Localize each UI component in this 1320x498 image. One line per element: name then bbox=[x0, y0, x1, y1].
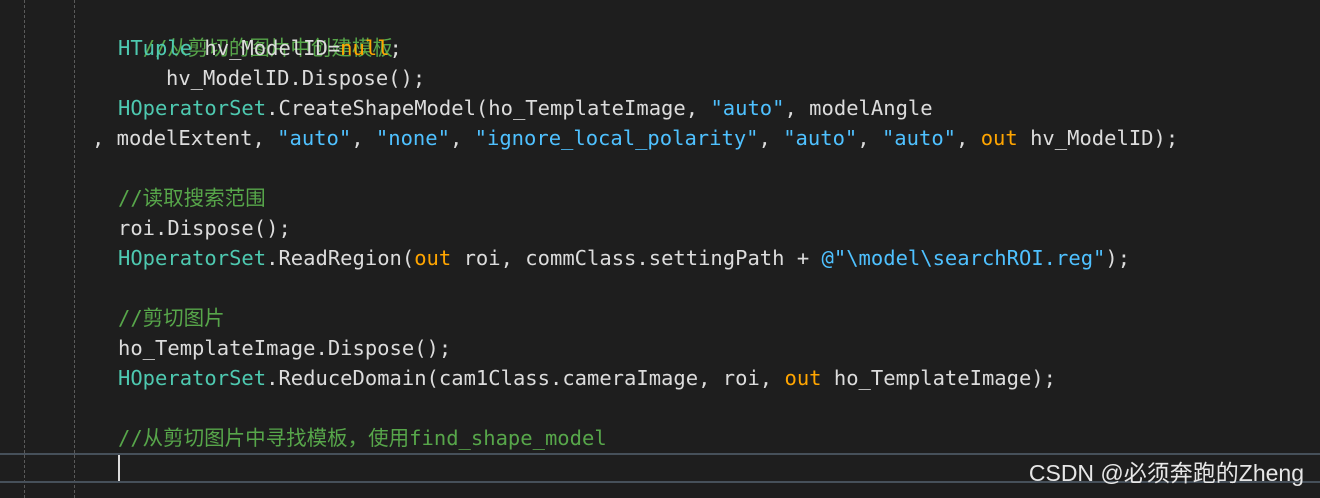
type-token: HOperatorSet bbox=[118, 246, 267, 270]
code-text: ; bbox=[389, 36, 402, 60]
text-caret[interactable] bbox=[118, 455, 120, 481]
keyword-token: null bbox=[340, 36, 390, 60]
type-token: HOperatorSet bbox=[118, 366, 267, 390]
code-text: , bbox=[857, 126, 882, 150]
code-line-1[interactable]: //从剪切的图片中创建模板 bbox=[118, 3, 393, 60]
code-text: .ReduceDomain(cam1Class.cameraImage, roi… bbox=[266, 366, 785, 390]
string-token: "auto" bbox=[277, 126, 352, 150]
out-keyword: out bbox=[980, 126, 1018, 150]
code-text: hv_ModelID.Dispose(); bbox=[166, 66, 426, 90]
code-line-3[interactable]: hv_ModelID.Dispose(); bbox=[166, 63, 425, 93]
code-text: , bbox=[351, 126, 376, 150]
code-text: , modelAngle bbox=[784, 96, 933, 120]
string-token: "none" bbox=[375, 126, 450, 150]
code-text: , bbox=[449, 126, 475, 150]
indent-guide-1 bbox=[24, 0, 25, 498]
code-line-15[interactable]: //从剪切图片中寻找模板，使用find_shape_model bbox=[118, 423, 607, 453]
code-line-7[interactable]: //读取搜索范围 bbox=[118, 183, 266, 213]
string-token: "auto" bbox=[710, 96, 785, 120]
code-text: hv_ModelID); bbox=[1017, 126, 1179, 150]
code-text: .ReadRegion( bbox=[266, 246, 415, 270]
code-line-8[interactable]: roi.Dispose(); bbox=[118, 213, 291, 243]
code-text: ho_TemplateImage); bbox=[821, 366, 1057, 390]
code-text: , bbox=[758, 126, 784, 150]
code-line-13[interactable]: HOperatorSet.ReduceDomain(cam1Class.came… bbox=[118, 363, 1056, 393]
code-text: hv_ModelID= bbox=[192, 36, 341, 60]
code-line-4[interactable]: HOperatorSet.CreateShapeModel(ho_Templat… bbox=[118, 93, 933, 123]
csdn-watermark: CSDN @必须奔跑的Zheng bbox=[1028, 460, 1304, 486]
out-keyword: out bbox=[784, 366, 822, 390]
code-text: , bbox=[956, 126, 981, 150]
indent-guide-2 bbox=[74, 0, 75, 498]
code-line-9[interactable]: HOperatorSet.ReadRegion(out roi, commCla… bbox=[118, 243, 1130, 273]
comment-text: //读取搜索范围 bbox=[118, 186, 266, 210]
type-token: HTuple bbox=[118, 36, 193, 60]
code-line-2[interactable]: HTuple hv_ModelID=null; bbox=[118, 33, 402, 63]
code-line-12[interactable]: ho_TemplateImage.Dispose(); bbox=[118, 333, 451, 363]
string-token: "auto" bbox=[881, 126, 957, 150]
code-text: roi.Dispose(); bbox=[118, 216, 291, 240]
code-text: ); bbox=[1105, 246, 1131, 270]
code-line-11[interactable]: //剪切图片 bbox=[118, 303, 225, 333]
comment-text: //剪切图片 bbox=[118, 306, 225, 330]
string-token: @"\model\searchROI.reg" bbox=[821, 246, 1106, 270]
out-keyword: out bbox=[414, 246, 452, 270]
string-token: "ignore_local_polarity" bbox=[474, 126, 759, 150]
code-line-5[interactable]: , modelExtent, "auto", "none", "ignore_l… bbox=[92, 123, 1178, 153]
code-text: ho_TemplateImage.Dispose(); bbox=[118, 336, 452, 360]
type-token: HOperatorSet bbox=[118, 96, 267, 120]
code-text: , modelExtent, bbox=[92, 126, 278, 150]
comment-text: //从剪切图片中寻找模板，使用find_shape_model bbox=[118, 426, 607, 450]
string-token: "auto" bbox=[783, 126, 858, 150]
code-text: .CreateShapeModel(ho_TemplateImage, bbox=[266, 96, 711, 120]
code-text: roi, commClass.settingPath + bbox=[451, 246, 822, 270]
